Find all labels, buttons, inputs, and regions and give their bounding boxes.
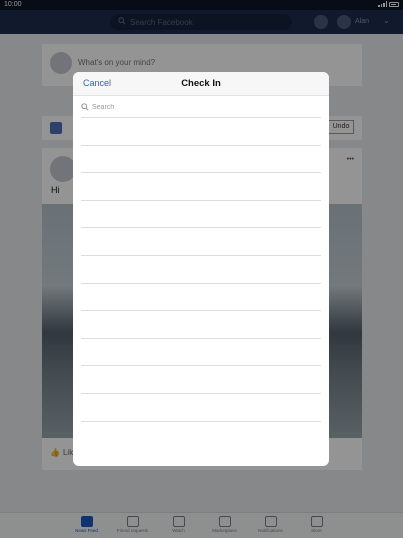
modal-title: Check In: [181, 78, 221, 89]
location-row[interactable]: [81, 144, 321, 173]
modal-header: Cancel Check In: [73, 72, 329, 96]
location-search[interactable]: [81, 100, 321, 114]
search-icon: [81, 98, 89, 116]
location-list: [81, 117, 321, 448]
location-row[interactable]: [81, 117, 321, 145]
location-row[interactable]: [81, 282, 321, 311]
location-row[interactable]: [81, 172, 321, 200]
check-in-modal: Cancel Check In: [73, 72, 329, 466]
location-row[interactable]: [81, 254, 321, 283]
location-row[interactable]: [81, 199, 321, 228]
location-row[interactable]: [81, 310, 321, 338]
location-row[interactable]: [81, 392, 321, 421]
location-row[interactable]: [81, 227, 321, 255]
location-search-input[interactable]: [92, 103, 292, 111]
location-row[interactable]: [81, 337, 321, 366]
location-row[interactable]: [81, 365, 321, 393]
location-row[interactable]: [81, 420, 321, 449]
